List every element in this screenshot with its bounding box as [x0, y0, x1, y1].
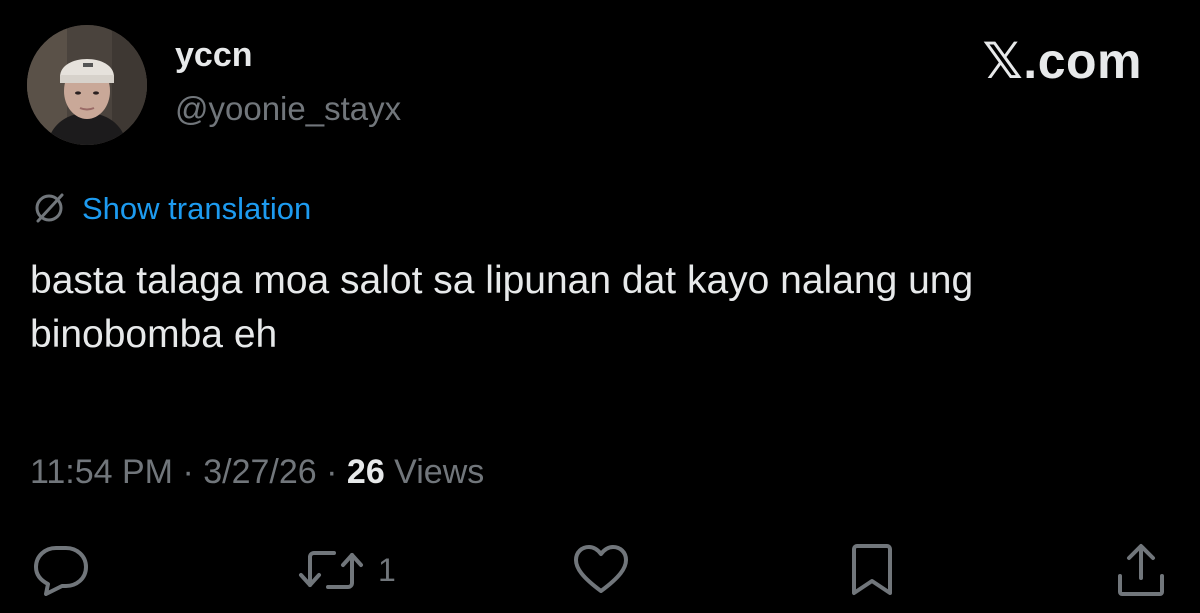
- show-translation-link[interactable]: Show translation: [82, 193, 311, 224]
- reply-icon: [32, 544, 90, 596]
- reply-button[interactable]: [32, 540, 90, 600]
- bookmark-button[interactable]: [848, 540, 896, 600]
- brand-logo: 𝕏.com: [982, 33, 1142, 89]
- retweet-icon: [298, 545, 364, 595]
- translation-row[interactable]: Show translation: [30, 190, 311, 226]
- avatar-image: [27, 25, 147, 145]
- like-button[interactable]: [572, 540, 630, 600]
- tweet-time[interactable]: 11:54 PM: [30, 453, 173, 491]
- tweet-text: basta talaga moa salot sa lipunan dat ka…: [30, 259, 974, 356]
- user-handle[interactable]: @yoonie_stayx: [175, 92, 401, 125]
- views-label: Views: [384, 453, 485, 491]
- retweet-button[interactable]: 1: [298, 540, 396, 600]
- meta-separator: ·: [173, 453, 204, 491]
- display-name[interactable]: yccn: [175, 38, 253, 72]
- bookmark-icon: [848, 543, 896, 597]
- avatar[interactable]: [27, 25, 147, 145]
- heart-icon: [572, 544, 630, 596]
- retweet-count: 1: [378, 551, 396, 588]
- action-bar: 1: [0, 540, 1200, 600]
- tweet-date[interactable]: 3/27/26: [203, 453, 316, 491]
- share-button[interactable]: [1114, 540, 1168, 600]
- meta-separator: ·: [316, 453, 347, 491]
- tweet-meta: 11:54 PM · 3/27/26 · 26 Views: [30, 455, 484, 489]
- share-icon: [1114, 542, 1168, 598]
- views-count: 26: [346, 453, 385, 491]
- globe-icon: [30, 189, 68, 227]
